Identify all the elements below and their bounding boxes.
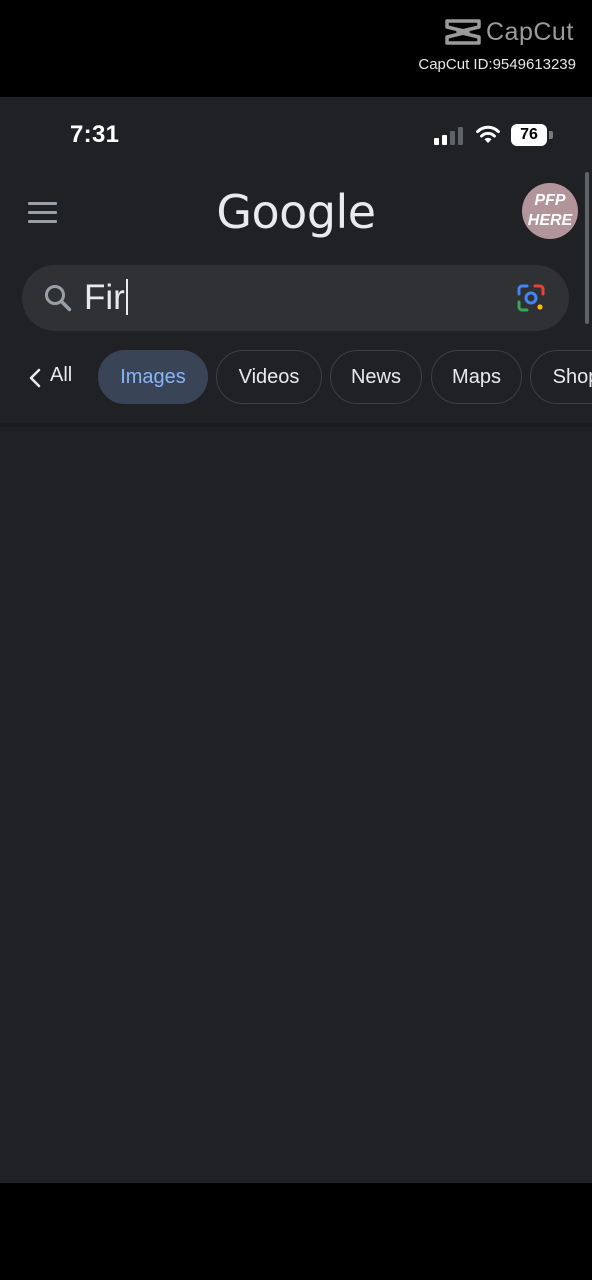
capcut-brand-text: CapCut [486,18,574,46]
avatar-text-line1: PFP [534,192,566,209]
capcut-watermark-logo: CapCut [444,16,574,50]
phone-screen: 7:31 76 Google PFP HERE Fir All Images V… [0,97,592,1183]
google-lens-icon[interactable] [516,283,546,313]
chip-news[interactable]: News [330,350,422,404]
capcut-logo-icon [445,19,481,45]
profile-avatar[interactable]: PFP HERE [522,183,578,239]
chip-maps[interactable]: Maps [431,350,522,404]
search-filter-chips: All Images Videos News Maps Shop [0,349,592,407]
status-time: 7:31 [70,121,120,148]
header-divider [0,423,592,427]
search-bar[interactable]: Fir [22,265,569,331]
cellular-signal-icon [434,127,464,145]
wifi-icon [476,125,500,143]
watermark-bar: CapCut CapCut ID:9549613239 [0,0,592,97]
capcut-id-text: CapCut ID:9549613239 [418,56,576,73]
scrollbar-thumb[interactable] [585,172,589,324]
avatar-text-line2: HERE [527,212,573,229]
video-frame: CapCut CapCut ID:9549613239 7:31 76 Goog… [0,0,592,1280]
chevron-left-icon [29,368,41,388]
search-query-text: Fir [84,278,125,317]
search-input[interactable]: Fir [84,278,128,318]
chip-images[interactable]: Images [98,350,208,404]
battery-icon: 76 [511,124,547,146]
text-caret [125,279,128,315]
battery-nub [549,131,553,139]
chip-shop[interactable]: Shop [530,350,592,404]
google-logo[interactable]: Google [0,185,592,239]
chip-videos[interactable]: Videos [216,350,322,404]
search-icon[interactable] [42,282,74,314]
bottom-letterbox [0,1183,592,1280]
back-to-all-label: All [50,364,73,386]
